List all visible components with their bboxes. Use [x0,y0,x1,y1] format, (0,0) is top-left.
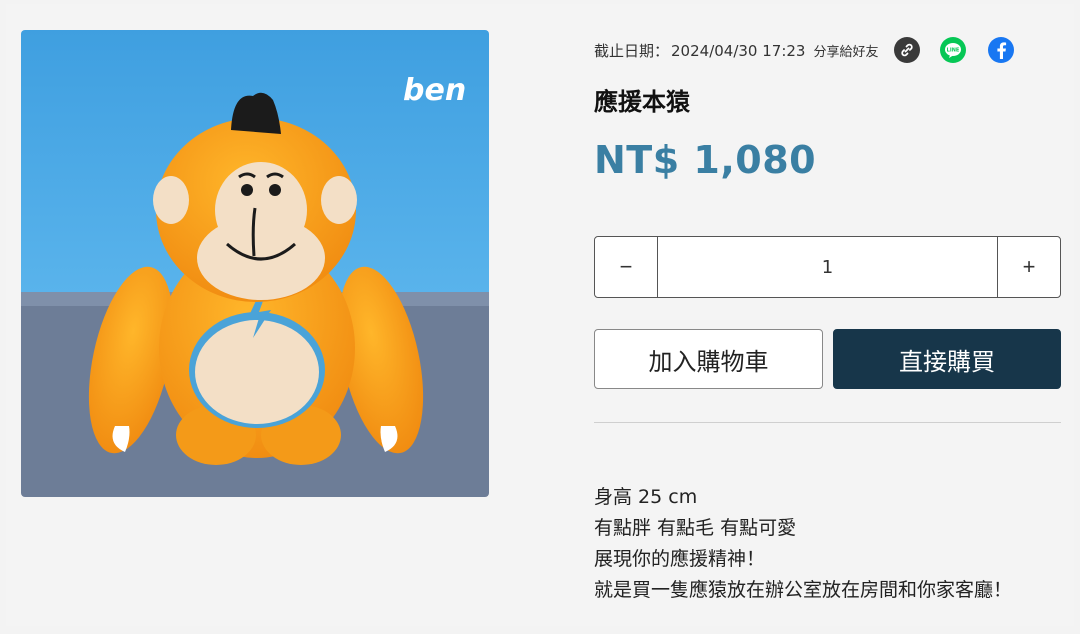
product-description: 身高 25 cm 有點胖 有點毛 有點可愛 展現你的應援精神！ 就是買一隻應猿放… [594,482,1064,606]
meta-row: 截止日期： 2024/04/30 17:23 分享給好友 LINE [594,37,1062,63]
facebook-icon[interactable] [988,37,1015,63]
description-line: 身高 25 cm [594,486,698,508]
deadline-value: 2024/04/30 17:23 [671,41,806,60]
deadline-label: 截止日期： [594,41,670,60]
product-page: ben 截止日期： 2024/04/30 17:23 分享給好友 LINE 應援… [6,4,1074,626]
plush-toy-illustration: ben [21,30,489,497]
product-title: 應援本猿 [594,88,690,116]
divider [594,422,1061,423]
deadline-text: 截止日期： 2024/04/30 17:23 [594,40,805,61]
add-to-cart-button[interactable]: 加入購物車 [594,329,823,389]
buy-now-button[interactable]: 直接購買 [833,329,1061,389]
product-image[interactable]: ben [21,30,489,497]
product-price: NT$ 1,080 [594,138,817,182]
quantity-input[interactable] [658,237,997,297]
quantity-stepper: − + [594,236,1061,298]
share-label: 分享給好友 [813,44,879,60]
ben-logo: ben [403,73,466,108]
quantity-decrease-button[interactable]: − [595,237,658,297]
line-icon[interactable]: LINE [940,37,967,63]
description-line: 就是買一隻應猿放在辦公室放在房間和你家客廳！ [594,579,1013,601]
description-line: 有點胖 有點毛 有點可愛 [594,517,797,539]
description-line: 展現你的應援精神！ [594,548,766,570]
quantity-increase-button[interactable]: + [997,237,1060,297]
svg-text:LINE: LINE [947,48,960,54]
link-icon[interactable] [894,37,921,63]
